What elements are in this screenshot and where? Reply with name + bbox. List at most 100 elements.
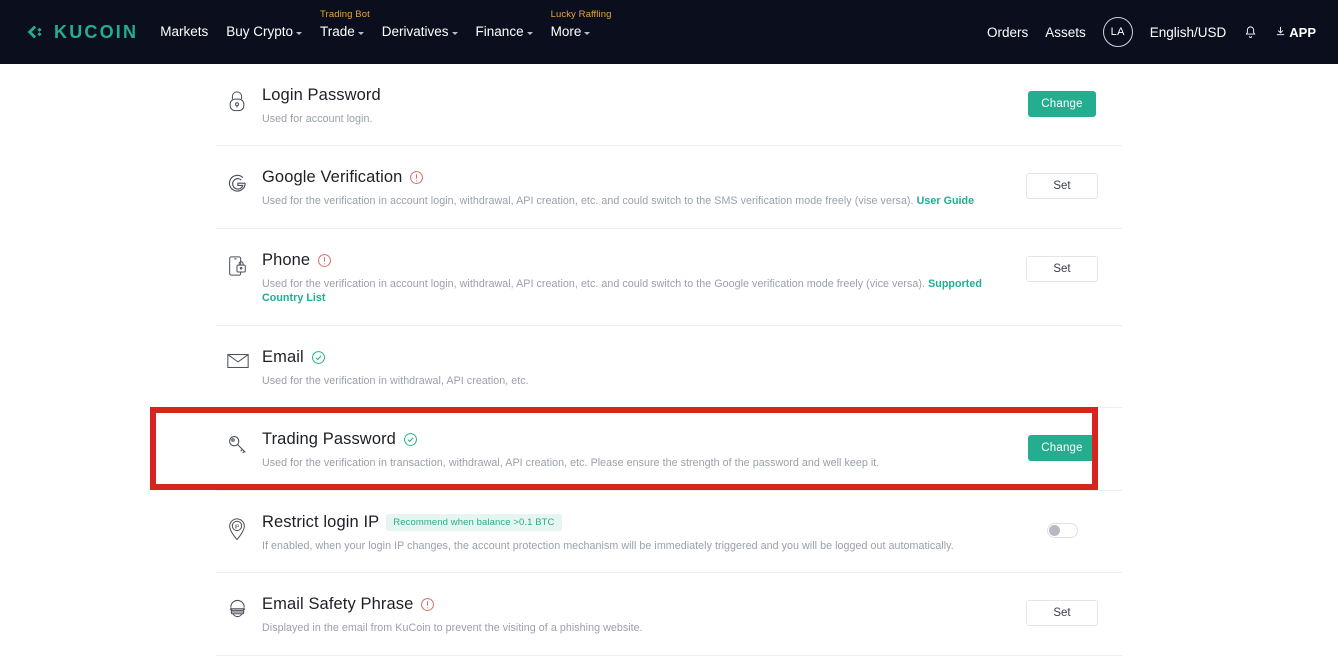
row-description: Used for account login. bbox=[262, 112, 990, 126]
row-title-line: Email Safety Phrase bbox=[262, 595, 990, 614]
chevron-down-icon bbox=[451, 32, 458, 35]
restrict-login-ip-toggle[interactable] bbox=[1046, 523, 1078, 539]
row-description-text: Used for the verification in withdrawal,… bbox=[262, 374, 529, 387]
row-action bbox=[1002, 513, 1122, 547]
set-button-phone[interactable]: Set bbox=[1026, 255, 1098, 282]
row-description: Used for the verification in transaction… bbox=[262, 456, 990, 470]
user-guide-link[interactable]: User Guide bbox=[917, 195, 975, 207]
row-body: Login Password Used for account login. bbox=[262, 86, 1002, 126]
row-body: Phone Used for the verification in accou… bbox=[262, 251, 1002, 306]
row-body: Email Used for the verification in withd… bbox=[262, 348, 1002, 388]
security-row-google-verification: Google Verification Used for the verific… bbox=[216, 146, 1122, 229]
row-action bbox=[1002, 348, 1122, 382]
row-description-text: Used for the verification in account log… bbox=[262, 277, 926, 290]
brand-name: KUCOIN bbox=[54, 21, 139, 42]
change-button-login-password[interactable]: Change bbox=[1028, 91, 1096, 117]
row-title: Restrict login IP bbox=[262, 512, 380, 531]
row-body: Trading Password Used for the verificati… bbox=[262, 430, 1002, 470]
download-app-link[interactable]: APP bbox=[1275, 25, 1316, 40]
ip-pin-icon: IP bbox=[216, 513, 262, 542]
row-description: Used for the verification in account log… bbox=[262, 194, 990, 208]
security-settings-page: Login Password Used for account login. C… bbox=[0, 64, 1338, 661]
set-button-email-safety-phrase[interactable]: Set bbox=[1026, 600, 1098, 627]
warning-icon bbox=[420, 597, 435, 612]
row-description-text: Displayed in the email from KuCoin to pr… bbox=[262, 622, 643, 635]
verified-check-icon bbox=[311, 350, 326, 365]
nav-links: Markets Buy Crypto Trading Bot Trade Der… bbox=[160, 9, 612, 40]
warning-icon bbox=[317, 253, 332, 268]
kucoin-logo-icon bbox=[24, 21, 46, 43]
row-description-text: Used for account login. bbox=[262, 113, 373, 125]
nav-item-assets[interactable]: Assets bbox=[1045, 25, 1086, 40]
security-row-login-password: Login Password Used for account login. C… bbox=[216, 64, 1122, 147]
row-title-line: Phone bbox=[262, 251, 990, 270]
security-row-trading-password: Trading Password Used for the verificati… bbox=[150, 407, 1122, 491]
security-settings-list: Login Password Used for account login. C… bbox=[150, 64, 1122, 661]
row-title-line: Trading Password bbox=[262, 430, 990, 449]
chevron-down-icon bbox=[584, 32, 591, 35]
row-title: Login Password bbox=[262, 86, 381, 104]
security-row-restrict-login-ip: IP Restrict login IP Recommend when bala… bbox=[216, 489, 1122, 574]
svg-text:IP: IP bbox=[235, 524, 240, 530]
row-title: Phone bbox=[262, 250, 311, 269]
nav-label: Derivatives bbox=[381, 24, 449, 39]
nav-label: Finance bbox=[475, 24, 524, 39]
download-icon bbox=[1275, 25, 1286, 40]
row-title: Trading Password bbox=[262, 430, 396, 449]
chevron-down-icon bbox=[296, 32, 302, 35]
nav-right-group: Orders Assets LA English/USD APP bbox=[987, 17, 1316, 47]
security-row-login-safety-phrase: Login Safety Phrase Displayed in the log… bbox=[216, 656, 1122, 661]
row-description-text: Used for the verification in transaction… bbox=[262, 457, 880, 470]
row-title: Email Safety Phrase bbox=[262, 595, 414, 614]
row-description: Used for the verification in withdrawal,… bbox=[262, 374, 990, 388]
nav-item-trade[interactable]: Trading Bot Trade bbox=[320, 9, 370, 40]
security-row-phone: Phone Used for the verification in accou… bbox=[216, 229, 1122, 326]
language-currency-selector[interactable]: English/USD bbox=[1150, 25, 1227, 40]
nav-item-markets[interactable]: Markets bbox=[160, 24, 208, 40]
nav-label: Markets bbox=[160, 24, 209, 39]
nav-label: Trade bbox=[320, 24, 355, 39]
row-description: Used for the verification in account log… bbox=[262, 277, 990, 306]
row-action: Set bbox=[1002, 251, 1122, 285]
nav-label: Buy Crypto bbox=[226, 24, 293, 39]
row-description: If enabled, when your login IP changes, … bbox=[262, 539, 990, 553]
toggle-knob bbox=[1048, 525, 1060, 537]
row-action: Change bbox=[1002, 86, 1122, 120]
verified-check-icon bbox=[403, 432, 418, 447]
app-label: APP bbox=[1289, 24, 1316, 40]
row-body: Google Verification Used for the verific… bbox=[262, 168, 1002, 208]
security-row-email-safety-phrase: Email Safety Phrase Displayed in the ema… bbox=[216, 573, 1122, 656]
avatar[interactable]: LA bbox=[1102, 17, 1133, 47]
masked-face-icon bbox=[216, 595, 262, 623]
row-description: Displayed in the email from KuCoin to pr… bbox=[262, 621, 990, 635]
google-g-icon bbox=[216, 168, 262, 195]
nav-item-orders[interactable]: Orders bbox=[987, 25, 1028, 40]
row-body: Email Safety Phrase Displayed in the ema… bbox=[262, 595, 1002, 635]
row-title-line: Google Verification bbox=[262, 168, 990, 187]
row-description-text: Used for the verification in account log… bbox=[262, 195, 914, 208]
chevron-down-icon bbox=[357, 32, 364, 35]
row-description-text: If enabled, when your login IP changes, … bbox=[262, 539, 954, 552]
nav-item-buy-crypto[interactable]: Buy Crypto bbox=[226, 24, 302, 40]
change-button-trading-password[interactable]: Change bbox=[1028, 435, 1096, 462]
nav-item-finance[interactable]: Finance bbox=[476, 24, 533, 40]
key-icon bbox=[216, 430, 262, 457]
warning-icon bbox=[409, 170, 424, 185]
recommend-badge: Recommend when balance >0.1 BTC bbox=[386, 513, 562, 531]
row-title-line: Login Password bbox=[262, 86, 990, 105]
kucoin-brand[interactable]: KUCOIN bbox=[24, 21, 138, 43]
chevron-down-icon bbox=[526, 32, 533, 35]
nav-tag-lucky-raffling: Lucky Raffling bbox=[550, 9, 612, 20]
phone-lock-icon bbox=[216, 251, 262, 278]
notification-bell-icon[interactable] bbox=[1243, 25, 1258, 40]
nav-item-derivatives[interactable]: Derivatives bbox=[382, 24, 458, 40]
row-title: Google Verification bbox=[262, 168, 403, 187]
row-title: Email bbox=[262, 347, 304, 366]
row-action: Set bbox=[1002, 168, 1122, 202]
set-button-google-verification[interactable]: Set bbox=[1026, 173, 1098, 200]
row-action: Set bbox=[1002, 595, 1122, 629]
nav-item-more[interactable]: Lucky Raffling More bbox=[551, 9, 612, 40]
row-action: Change bbox=[1002, 430, 1122, 464]
security-row-email: Email Used for the verification in withd… bbox=[216, 326, 1122, 409]
row-body: Restrict login IP Recommend when balance… bbox=[262, 513, 1002, 553]
